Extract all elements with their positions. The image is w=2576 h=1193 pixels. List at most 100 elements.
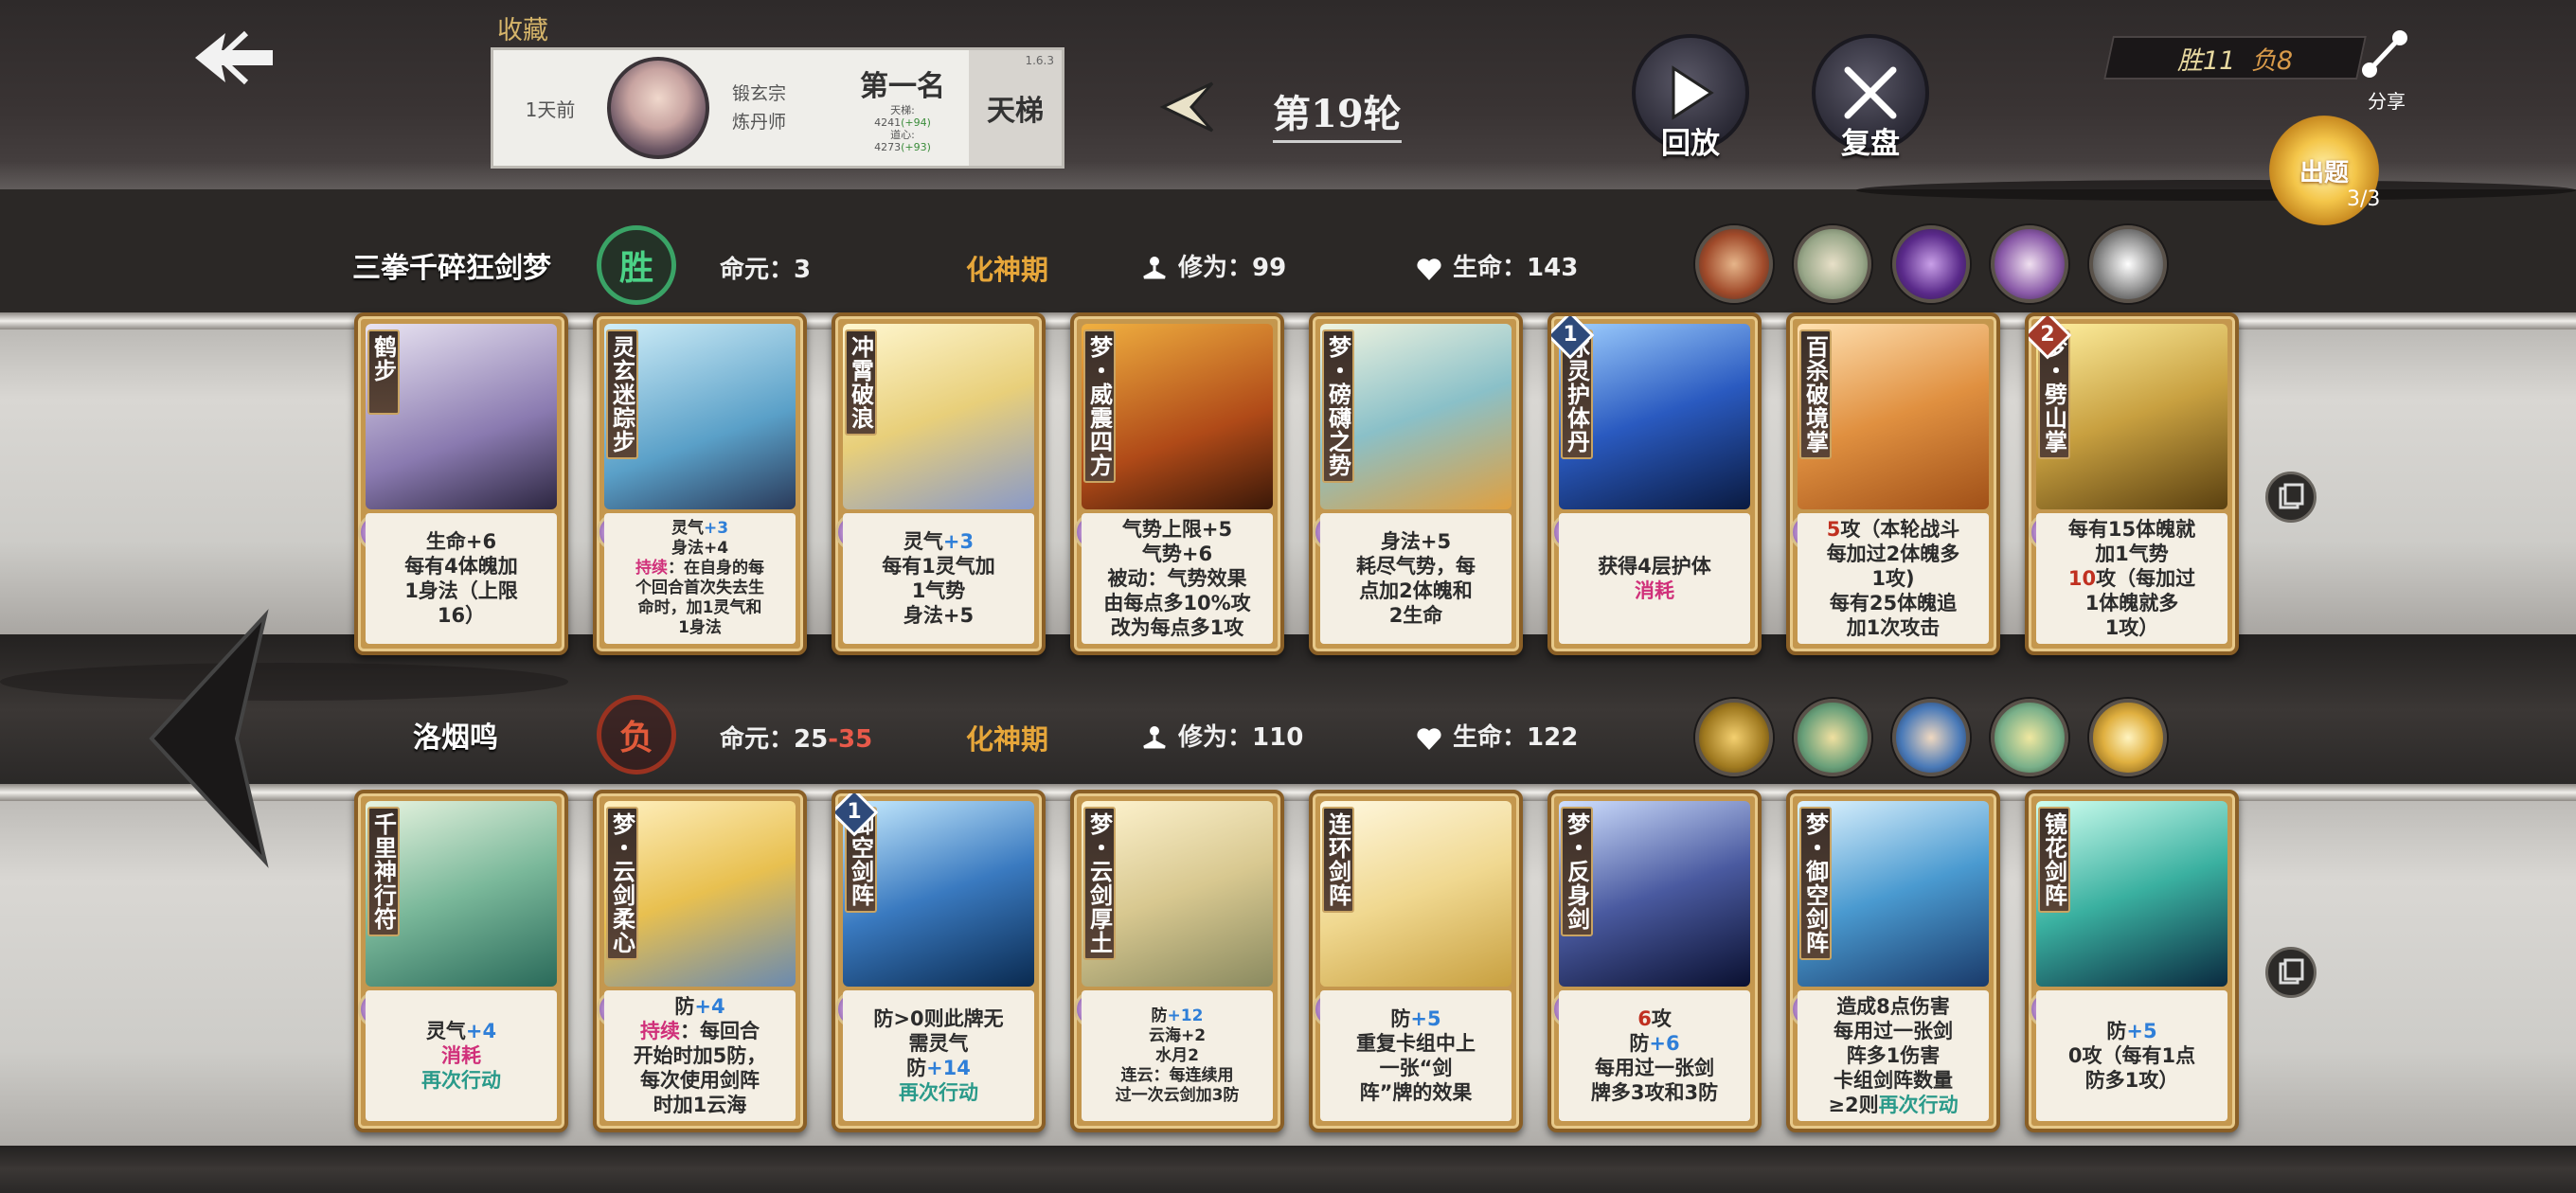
destiny-label: 命元： [720,256,795,284]
skill-card[interactable]: 御空剑阵 1 防>0则此牌无 需灵气 防+14 再次行动 [832,790,1046,1132]
character-avatar-icon[interactable] [1991,225,2068,303]
card-deck-icon [2279,483,2304,509]
ladder-score: 4241 [874,116,902,129]
card-description-line: 每加过2体魄多 [1803,542,1983,566]
character-avatar-icon[interactable] [1794,699,1871,776]
card-deck-icon[interactable] [2265,472,2317,523]
card-description: 防+12 云海+2 水月2 连云：每连续用 过一次云剑加3防 [1082,990,1273,1121]
character-avatar-icon[interactable] [2089,225,2167,303]
skill-card[interactable]: 梦・御空剑阵 造成8点伤害 每用过一张剑 阵多1伤害 卡组剑阵数量 ≥2则再次行动 [1786,790,2000,1132]
card-description-line: 6攻 [1565,1006,1744,1031]
card-highlight-text: 持续 [640,1020,680,1042]
replay-button[interactable]: 回放 [1619,34,1762,176]
player-avatar [607,57,709,159]
rank-line: 天梯: [890,104,915,116]
card-highlight-text: 10 [2067,567,2097,590]
card-description-line: 加1气势 [2042,542,2222,566]
card-name: 梦・反身剑 [1561,807,1593,936]
card-description-line: 防+5 [2042,1019,2222,1043]
card-name: 梦・御空剑阵 [1799,807,1832,960]
card-description-line: 改为每点多1攻 [1087,615,1267,640]
crossed-swords-icon [1844,66,1897,119]
card-description-line: 灵气+3 [610,519,790,539]
skill-card[interactable]: 冰灵护体丹 1 获得4层护体 消耗 [1547,312,1762,655]
card-description-line: 1攻) [1803,566,1983,591]
card-description-line: 每有15体魄就 [2042,517,2222,542]
skill-card[interactable]: 梦・磅礴之势 身法+5 耗尽气势，每 点加2体魄和 2生命 [1309,312,1523,655]
card-description-line: 阵”牌的效果 [1326,1080,1506,1105]
back-button[interactable] [186,27,280,89]
card-text: 开始时加5防， [633,1044,767,1067]
skill-card[interactable]: 连环剑阵 防+5 重复卡组中上 一张“剑 阵”牌的效果 [1309,790,1523,1132]
card-description: 5攻（本轮战斗 每加过2体魄多 1攻) 每有25体魄追 加1次攻击 [1798,513,1989,644]
collect-label[interactable]: 收藏 [497,9,548,46]
character-avatar-icon[interactable] [1892,225,1970,303]
skill-card[interactable]: 镜花剑阵 防+5 0攻（每有1点 防多1攻） [2025,790,2239,1132]
card-text: 1身法 [678,618,722,637]
share-button[interactable]: 分享 [2349,28,2424,113]
card-description-line: 时加1云海 [610,1093,790,1117]
card-description: 防>0则此牌无 需灵气 防+14 再次行动 [843,990,1034,1121]
card-description-line: 命时，加1灵气和 [610,598,790,618]
card-highlight-text: 再次行动 [1878,1094,1959,1116]
skill-card[interactable]: 梦・反身剑 6攻 防+6 每用过一张剑 牌多3攻和3防 [1547,790,1762,1132]
card-text: 防>0则此牌无 [873,1007,1004,1030]
character-avatar-icon[interactable] [2089,699,2167,776]
skill-card[interactable]: 灵玄迷踪步灵气+3 身法+4 持续：在自身的每 个回合首次失去生 命时，加1灵气和 1身法 [593,312,807,655]
chevron-left-icon[interactable] [1154,78,1220,136]
card-text: 水月2 [1155,1045,1199,1065]
skill-card[interactable]: 梦・劈山掌 2 每有15体魄就 加1气势 10攻（每加过 1体魄就多 1攻） [2025,312,2239,655]
card-text: 卡组剑阵数量 [1834,1069,1953,1092]
card-text: 改为每点多1攻 [1110,616,1244,639]
card-description-line: 牌多3攻和3防 [1565,1080,1744,1105]
record-sect: 锻玄宗 炼丹师 [732,80,836,136]
card-text: 由每点多10%攻 [1103,592,1251,614]
card-description-line: 身法+4 [610,539,790,559]
card-highlight-text: +4 [465,1020,497,1042]
card-text: ≥2则 [1828,1094,1879,1116]
card-text: 攻（本轮战斗 [1840,518,1960,541]
skill-card[interactable]: 梦・威震四方 气势上限+5 气势+6 被动：气势效果 由每点多10%攻 改为每点多1攻 [1070,312,1284,655]
character-avatar-icon[interactable] [1991,699,2068,776]
skill-card[interactable]: 冲霄破浪 灵气+3 每有1灵气加 1气势 身法+5 [832,312,1046,655]
card-deck-icon[interactable] [2265,947,2317,998]
skill-card[interactable]: 千里神行符 灵气+4 消耗 再次行动 [354,790,568,1132]
skill-card[interactable]: 梦・云剑柔心 防+4 持续：每回合 开始时加5防， 每次使用剑阵 时加1云海 [593,790,807,1132]
character-avatar-icon[interactable] [1892,699,1970,776]
card-highlight-text: 消耗 [1635,579,1674,602]
card-description-line: 2生命 [1326,603,1506,628]
skill-card[interactable]: 梦・云剑厚土 防+12 云海+2 水月2 连云：每连续用 过一次云剑加3防 [1070,790,1284,1132]
skill-card[interactable]: 鹤步 生命+6 每有4体魄加 1身法（上限 16） [354,312,568,655]
card-description-line: 1体魄就多 [2042,591,2222,615]
card-description-line: 16） [371,603,551,628]
card-description: 灵气+3 身法+4 持续：在自身的每 个回合首次失去生 命时，加1灵气和 1身法 [604,513,796,644]
card-description-line: 消耗 [371,1043,551,1068]
card-description-line: 一张“剑 [1326,1056,1506,1080]
card-description-line: 水月2 [1087,1046,1267,1066]
card-text: 每有15体魄就 [2067,518,2196,541]
card-description-line: 每有1灵气加 [849,554,1029,579]
card-text: 气势+6 [1141,543,1213,565]
card-name: 灵玄迷踪步 [606,329,638,459]
character-avatar-icon[interactable] [1695,699,1773,776]
player2-header: 洛烟鸣 负 命元：25-35 化神期 修为：110 生命：122 [0,695,2576,775]
card-text: 命时，加1灵气和 [637,598,762,617]
card-text: 过一次云剑加3防 [1115,1085,1240,1105]
card-name: 连环剑阵 [1322,807,1354,913]
card-text: 1体魄就多 [2084,592,2179,614]
character-avatar-icon[interactable] [1794,225,1871,303]
card-text: 阵”牌的效果 [1359,1081,1473,1104]
skill-card[interactable]: 百杀破境掌 5攻（本轮战斗 每加过2体魄多 1攻) 每有25体魄追 加1次攻击 [1786,312,2000,655]
card-description-line: 防+5 [1326,1006,1506,1031]
card-text: ：在自身的每 [668,559,764,578]
record-mode: 天梯 1.6.3 [969,50,1062,166]
match-record-card: 1天前 锻玄宗 炼丹师 第一名 天梯: 4241(+94) 道心: 4273(+… [491,47,1064,169]
character-avatar-icon[interactable] [1695,225,1773,303]
card-highlight-text: +6 [1649,1032,1680,1055]
review-button[interactable]: 复盘 [1799,34,1941,176]
card-text: 16） [437,604,486,627]
card-text: 身法+5 [1380,530,1452,553]
card-highlight-text: 6 [1637,1007,1652,1030]
share-label: 分享 [2368,90,2406,113]
card-description-line: 气势上限+5 [1087,517,1267,542]
